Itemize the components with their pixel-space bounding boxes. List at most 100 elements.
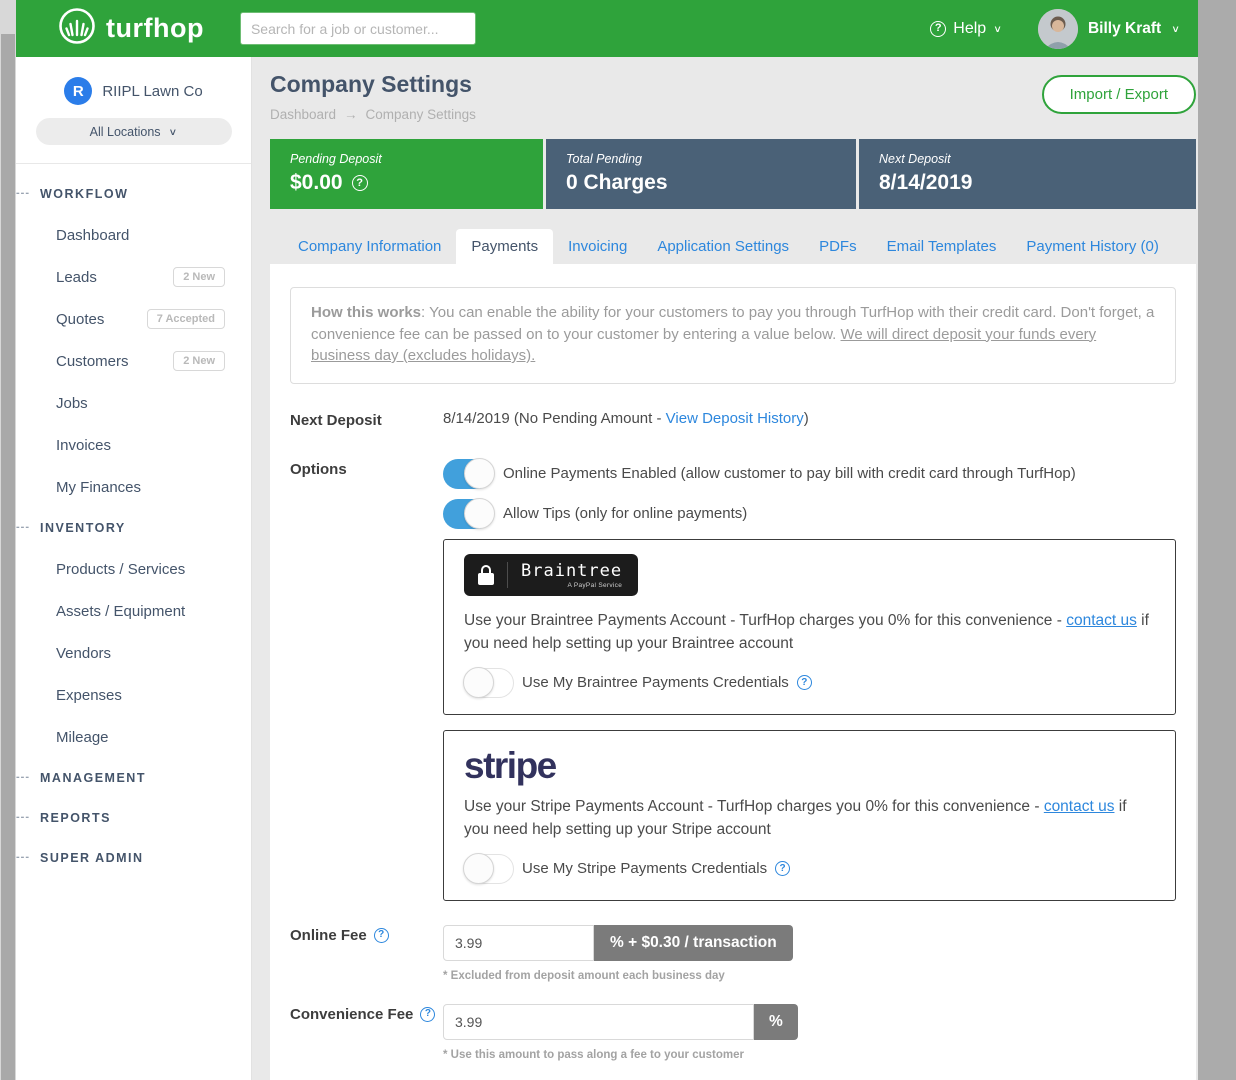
brand-logo[interactable]: turfhop (58, 7, 204, 50)
sidebar-item-label: Assets / Equipment (56, 603, 185, 620)
leads-badge: 2 New (173, 267, 225, 287)
tab-invoicing[interactable]: Invoicing (553, 229, 642, 264)
company-logo: R (64, 77, 92, 105)
tab-email-templates[interactable]: Email Templates (872, 229, 1012, 264)
top-navbar: turfhop ? Help ∨ Billy Kraft ∨ (16, 0, 1198, 57)
stripe-desc-text: Use your Stripe Payments Account - TurfH… (464, 798, 1044, 815)
stat-label: Next Deposit (879, 152, 1176, 166)
braintree-description: Use your Braintree Payments Account - Tu… (464, 609, 1155, 655)
stat-value: 8/14/2019 (879, 171, 1176, 195)
tab-payment-history[interactable]: Payment History (0) (1011, 229, 1174, 264)
page-scrollbar-track[interactable] (0, 0, 16, 1080)
sidebar-item-customers[interactable]: Customers 2 New (16, 340, 251, 382)
company-switcher[interactable]: R RIIPL Lawn Co (16, 77, 251, 105)
location-selector[interactable]: All Locations ∨ (36, 118, 232, 145)
stat-card-total-pending: Total Pending 0 Charges (546, 139, 856, 209)
import-export-button[interactable]: Import / Export (1042, 75, 1196, 114)
section-label: MANAGEMENT (40, 771, 146, 785)
sidebar-item-expenses[interactable]: Expenses (16, 674, 251, 716)
section-dashes-icon: --- (16, 851, 30, 863)
sidebar-item-assets-equipment[interactable]: Assets / Equipment (16, 590, 251, 632)
sidebar-item-my-finances[interactable]: My Finances (16, 466, 251, 508)
stat-card-pending-deposit: Pending Deposit $0.00 ? (270, 139, 543, 209)
sidebar-item-label: Vendors (56, 645, 111, 662)
sidebar-item-label: Mileage (56, 729, 109, 746)
help-icon[interactable]: ? (797, 675, 812, 690)
convenience-fee-label: Convenience Fee ? (290, 1004, 443, 1061)
search-input[interactable] (240, 12, 476, 45)
sidebar-item-label: Invoices (56, 437, 111, 454)
tab-pdfs[interactable]: PDFs (804, 229, 872, 264)
section-label: SUPER ADMIN (40, 851, 144, 865)
sidebar-item-mileage[interactable]: Mileage (16, 716, 251, 758)
section-label: REPORTS (40, 811, 111, 825)
sidebar-item-label: My Finances (56, 479, 141, 496)
breadcrumb-arrow-icon: → (344, 107, 358, 122)
tab-application-settings[interactable]: Application Settings (642, 229, 804, 264)
help-label: Help (953, 20, 986, 38)
sidebar-item-vendors[interactable]: Vendors (16, 632, 251, 674)
braintree-desc-text: Use your Braintree Payments Account - Tu… (464, 612, 1066, 629)
toggle-knob (464, 458, 495, 489)
sidebar-section-super-admin[interactable]: --- SUPER ADMIN (16, 838, 251, 878)
online-payments-toggle-row: Online Payments Enabled (allow customer … (443, 459, 1176, 489)
stripe-contact-us-link[interactable]: contact us (1044, 798, 1115, 815)
convenience-fee-row: Convenience Fee ? % * Use this amount to… (290, 1004, 1176, 1061)
options-row: Options Online Payments Enabled (allow c… (290, 459, 1176, 539)
sidebar-item-label: Jobs (56, 395, 88, 412)
online-payments-toggle[interactable] (443, 459, 493, 489)
sidebar-item-invoices[interactable]: Invoices (16, 424, 251, 466)
toggle-knob (463, 667, 494, 698)
braintree-contact-us-link[interactable]: contact us (1066, 612, 1137, 629)
braintree-logo: Braintree A PayPal Service (464, 554, 638, 596)
sidebar-section-management[interactable]: --- MANAGEMENT (16, 758, 251, 798)
tab-company-information[interactable]: Company Information (283, 229, 456, 264)
how-this-works-box: How this works: You can enable the abili… (290, 287, 1176, 384)
sidebar-item-products-services[interactable]: Products / Services (16, 548, 251, 590)
help-icon[interactable]: ? (775, 861, 790, 876)
convenience-fee-input[interactable] (443, 1004, 754, 1040)
help-icon[interactable]: ? (352, 175, 368, 191)
sidebar-section-reports[interactable]: --- REPORTS (16, 798, 251, 838)
convenience-fee-note: * Use this amount to pass along a fee to… (443, 1049, 1176, 1061)
sidebar-item-label: Leads (56, 269, 97, 286)
chevron-down-icon: ∨ (169, 126, 178, 137)
online-fee-addon: % + $0.30 / transaction (594, 925, 793, 961)
stripe-credentials-toggle[interactable] (464, 854, 514, 884)
sidebar-item-jobs[interactable]: Jobs (16, 382, 251, 424)
online-fee-label-text: Online Fee (290, 927, 367, 944)
chevron-down-icon: ∨ (1171, 23, 1180, 34)
help-icon[interactable]: ? (420, 1007, 435, 1022)
sidebar-item-label: Dashboard (56, 227, 129, 244)
sidebar-section-workflow[interactable]: --- WORKFLOW (16, 174, 251, 214)
sidebar-item-label: Expenses (56, 687, 122, 704)
braintree-credentials-toggle[interactable] (464, 668, 514, 698)
convenience-fee-label-text: Convenience Fee (290, 1006, 413, 1023)
company-name: RIIPL Lawn Co (102, 83, 202, 100)
help-menu[interactable]: ? Help ∨ (930, 20, 1002, 38)
online-fee-input[interactable] (443, 925, 594, 961)
stat-card-next-deposit: Next Deposit 8/14/2019 (859, 139, 1196, 209)
window-right-gutter (1198, 0, 1236, 1080)
braintree-credentials-row: Use My Braintree Payments Credentials ? (464, 668, 1155, 698)
allow-tips-toggle[interactable] (443, 499, 493, 529)
user-name: Billy Kraft (1088, 20, 1161, 38)
next-deposit-text: 8/14/2019 (No Pending Amount - (443, 410, 666, 427)
sidebar-item-leads[interactable]: Leads 2 New (16, 256, 251, 298)
sidebar-item-dashboard[interactable]: Dashboard (16, 214, 251, 256)
stat-label: Total Pending (566, 152, 836, 166)
customers-badge: 2 New (173, 351, 225, 371)
section-label: WORKFLOW (40, 187, 128, 201)
sidebar-item-quotes[interactable]: Quotes 7 Accepted (16, 298, 251, 340)
breadcrumb-dashboard[interactable]: Dashboard (270, 107, 336, 122)
tab-payments[interactable]: Payments (456, 229, 553, 264)
brand-name: turfhop (106, 13, 204, 44)
sidebar-section-inventory[interactable]: --- INVENTORY (16, 508, 251, 548)
user-menu[interactable]: Billy Kraft ∨ (1038, 9, 1180, 49)
view-deposit-history-link[interactable]: View Deposit History (666, 410, 804, 427)
stat-cards: Pending Deposit $0.00 ? Total Pending 0 … (270, 139, 1196, 209)
allow-tips-toggle-row: Allow Tips (only for online payments) (443, 499, 1176, 529)
help-icon[interactable]: ? (374, 928, 389, 943)
sidebar: R RIIPL Lawn Co All Locations ∨ --- WORK… (16, 57, 252, 1080)
page-scrollbar-thumb[interactable] (1, 34, 15, 1080)
